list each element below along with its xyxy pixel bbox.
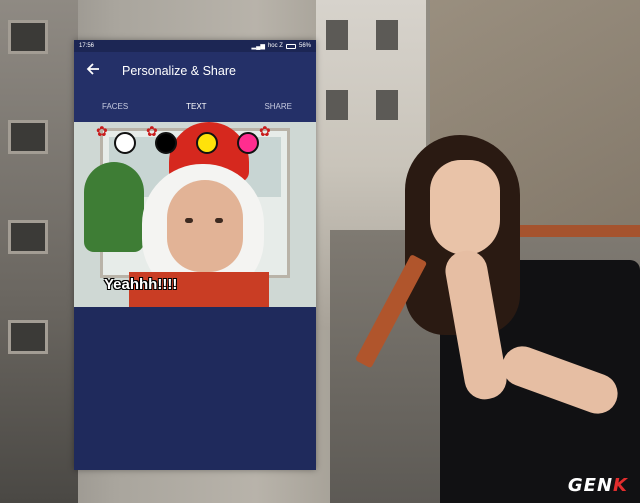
- woman-face: [430, 160, 500, 255]
- battery-level: 56%: [298, 43, 311, 49]
- status-right: ▂▄▆ hoc Z 56%: [251, 43, 311, 50]
- left-building: [0, 0, 78, 503]
- tab-text[interactable]: TEXT: [186, 102, 206, 111]
- building-window: [8, 20, 48, 54]
- logo-main: GEN: [567, 475, 614, 496]
- color-swatch-pink[interactable]: [237, 132, 259, 154]
- tab-bar: FACES TEXT SHARE: [74, 90, 316, 122]
- battery-icon: [285, 43, 296, 49]
- editor-empty-area: [74, 307, 316, 470]
- page-title: Personalize & Share: [122, 64, 236, 78]
- caption-text[interactable]: Yeahhh!!!!: [104, 276, 177, 293]
- building-window: [326, 20, 348, 50]
- eye: [215, 218, 223, 223]
- signal-icon: ▂▄▆: [251, 43, 265, 50]
- building-window: [376, 90, 398, 120]
- app-bar: Personalize & Share: [74, 52, 316, 90]
- color-swatch-white[interactable]: [114, 132, 136, 154]
- building-window: [326, 90, 348, 120]
- building-window: [8, 220, 48, 254]
- status-bar: 17:56 ▂▄▆ hoc Z 56%: [74, 40, 316, 52]
- baby-face: [167, 180, 243, 272]
- genk-logo: GENK: [568, 475, 628, 496]
- building-window: [376, 20, 398, 50]
- christmas-tree: [84, 162, 144, 252]
- back-arrow-icon[interactable]: [86, 62, 106, 81]
- bow-icon: ✿: [259, 123, 271, 139]
- tab-share[interactable]: SHARE: [264, 102, 292, 111]
- building-window: [8, 120, 48, 154]
- logo-accent: K: [613, 475, 628, 496]
- text-color-picker: [114, 132, 259, 154]
- color-swatch-black[interactable]: [155, 132, 177, 154]
- tab-faces[interactable]: FACES: [102, 102, 128, 111]
- phone-screen: 17:56 ▂▄▆ hoc Z 56% Personalize & Share …: [74, 40, 316, 470]
- carrier-name: hoc Z: [267, 43, 283, 49]
- eye: [185, 218, 193, 223]
- building-window: [8, 320, 48, 354]
- color-swatch-yellow[interactable]: [196, 132, 218, 154]
- photo-canvas[interactable]: ✿ ✿ ✿ Yeahhh!!!!: [74, 122, 316, 307]
- status-time: 17:56: [79, 43, 95, 49]
